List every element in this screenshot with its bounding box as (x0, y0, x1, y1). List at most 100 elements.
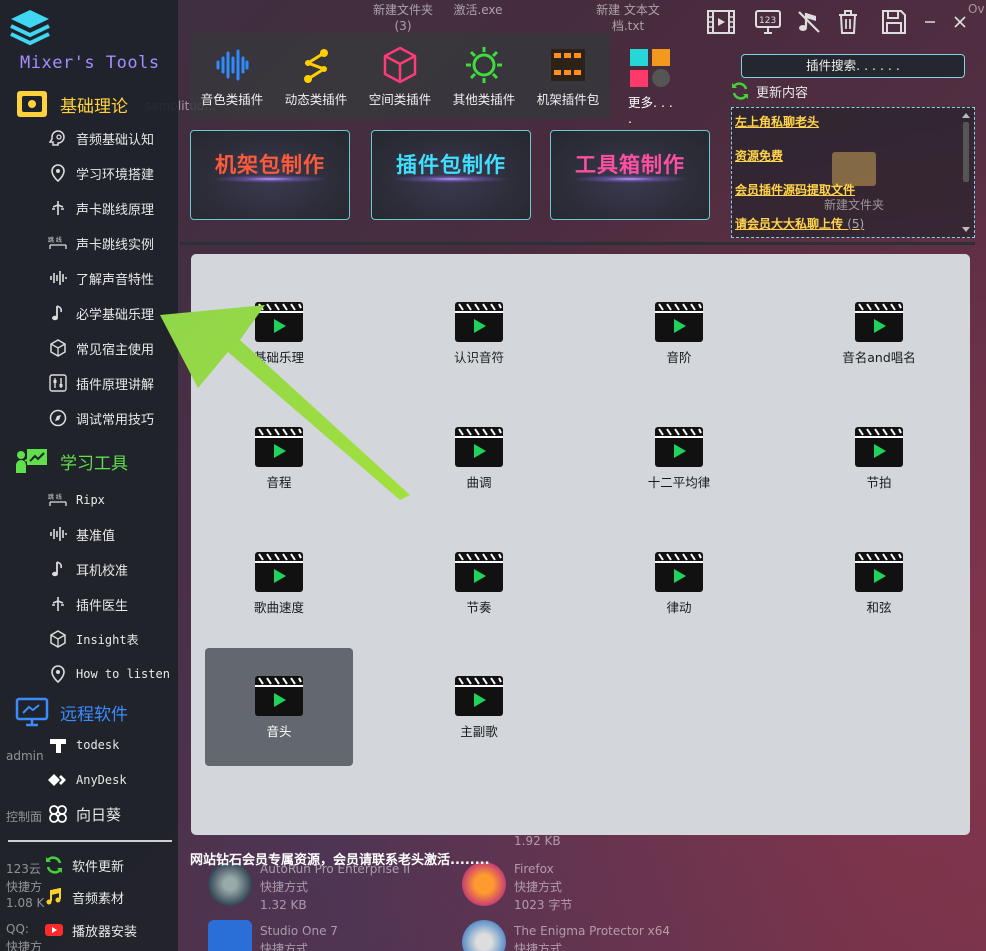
desktop-ghost-text: admin (6, 749, 44, 763)
close-icon[interactable] (950, 6, 970, 38)
sidebar-item-music-theory[interactable]: 必学基础乐理 (48, 301, 154, 325)
sliders-icon (48, 373, 68, 393)
sidebar-item-ripx[interactable]: 跳 线 Ripx (48, 488, 105, 512)
video-clapper-icon (655, 552, 703, 592)
video-tile[interactable]: 和弦 (805, 524, 953, 642)
category-dynamics[interactable]: 动态类插件 (274, 33, 358, 119)
sidebar-item-software-update[interactable]: 软件更新 (44, 853, 124, 877)
video-tile[interactable]: 节拍 (805, 399, 953, 517)
mute-music-icon[interactable] (794, 6, 824, 38)
cube-icon (48, 338, 68, 358)
patch-icon: 跳 线 (48, 490, 68, 510)
desktop-file-size: 1023 字节 (514, 898, 573, 912)
save-icon[interactable] (879, 6, 909, 38)
video-tile[interactable]: 律动 (605, 524, 753, 642)
toolbox-make-button[interactable]: 工具箱制作 (550, 130, 710, 220)
sidebar-item-headphone-calibration[interactable]: 耳机校准 (48, 557, 128, 581)
category-space[interactable]: 空间类插件 (358, 33, 442, 119)
sidebar-item-sunflower[interactable]: 向日葵 (48, 802, 121, 826)
plugin-pack-make-button[interactable]: 插件包制作 (371, 130, 531, 220)
news-scrollbar[interactable] (960, 110, 972, 235)
update-content-button[interactable]: 更新内容 (730, 81, 808, 101)
todesk-icon (48, 735, 68, 755)
category-label: 机架插件包 (536, 92, 600, 107)
desktop-size-text: 1.92 KB (514, 834, 561, 848)
news-link[interactable]: 资源免费 (735, 147, 783, 164)
sidebar-item-audio-material[interactable]: 音频素材 (44, 885, 124, 909)
app-logo-text: Mixer's Tools (20, 53, 160, 73)
sidebar-item-patch-example[interactable]: 跳 线 声卡跳线实例 (48, 231, 154, 255)
sidebar-item-plugin-principle[interactable]: 插件原理讲解 (48, 371, 154, 395)
sun-icon (462, 45, 506, 85)
firefox-icon (462, 862, 506, 906)
news-link[interactable]: 左上角私聊老头 (735, 113, 819, 130)
category-other[interactable]: 其他类插件 (442, 33, 526, 119)
video-icon[interactable] (706, 6, 736, 38)
sidebar-item-label: 软件更新 (72, 859, 125, 875)
video-title: 音头 (266, 724, 292, 739)
video-clapper-icon (455, 427, 503, 467)
desktop-file-label: 新建 文本文 (596, 3, 660, 17)
video-clapper-icon (255, 427, 303, 467)
video-tile[interactable]: 音头 (205, 648, 353, 766)
desktop-ghost-text: 控制面 (6, 810, 43, 824)
counter-123-icon[interactable]: 123 (753, 6, 783, 38)
sidebar-item-debug-tips[interactable]: 调试常用技巧 (48, 406, 154, 430)
minimize-icon[interactable] (920, 6, 940, 38)
brain-gear-icon (48, 128, 68, 148)
video-tile[interactable]: 音程 (205, 399, 353, 517)
sidebar-item-label: 插件原理讲解 (76, 377, 155, 393)
sidebar-item-insight[interactable]: Insight表 (48, 627, 139, 651)
video-tile[interactable]: 歌曲速度 (205, 524, 353, 642)
more-categories-button[interactable]: 更多. . . . (620, 43, 680, 126)
sidebar-item-how-to-listen[interactable]: How to listen (48, 662, 170, 686)
autorun-icon (208, 862, 252, 906)
sidebar-item-sound-features[interactable]: 了解声音特性 (48, 266, 154, 290)
rack-pack-make-button[interactable]: 机架包制作 (190, 130, 350, 220)
sidebar-item-label: 插件医生 (76, 598, 129, 614)
footer-note: 网站钻石会员专属资源，会员请联系老头激活........ (190, 853, 490, 868)
svg-text:123: 123 (759, 16, 776, 26)
video-tile[interactable]: 基础乐理 (205, 274, 353, 392)
video-tile[interactable]: 认识音符 (405, 274, 553, 392)
sidebar-item-todesk[interactable]: todesk (48, 733, 119, 757)
video-clapper-icon (255, 302, 303, 342)
video-title: 十二平均律 (647, 475, 711, 490)
sidebar-item-anydesk[interactable]: AnyDesk (48, 768, 127, 792)
video-clapper-icon (855, 427, 903, 467)
desktop-ghost-text: 快捷方 (6, 940, 43, 951)
desktop-ghost-folder-label: 新建文件夹 (824, 198, 885, 212)
video-tile[interactable]: 音名and唱名 (805, 274, 953, 392)
video-tile[interactable]: 曲调 (405, 399, 553, 517)
sidebar-item-host-usage[interactable]: 常见宿主使用 (48, 336, 154, 360)
video-tile[interactable]: 节奏 (405, 524, 553, 642)
youtube-play-icon (44, 920, 64, 940)
sidebar-item-reference[interactable]: 基准值 (48, 522, 115, 546)
category-label: 空间类插件 (368, 92, 432, 107)
sidebar-item-plugin-doctor[interactable]: 插件医生 (48, 592, 128, 616)
sidebar-item-label: How to listen (76, 667, 170, 681)
sidebar-item-player-install[interactable]: 播放器安装 (44, 918, 137, 942)
category-timbre[interactable]: 音色类插件 (190, 33, 274, 119)
section-remote[interactable]: 远程软件 (14, 697, 128, 727)
video-tile[interactable]: 十二平均律 (605, 399, 753, 517)
trash-icon[interactable] (834, 6, 862, 38)
sidebar-item-patch-principle[interactable]: 声卡跳线原理 (48, 196, 154, 220)
video-clapper-icon (255, 676, 303, 716)
plugin-search-input[interactable]: 插件搜索. . . . . . (741, 54, 965, 78)
section-tools[interactable]: 学习工具 (14, 446, 128, 476)
desktop-file-enigma: The Enigma Protector x64 快捷方式 (514, 922, 670, 951)
section-theory[interactable]: 基础理论 (14, 89, 128, 119)
video-tile[interactable]: 音阶 (605, 274, 753, 392)
svg-text:跳 线: 跳 线 (48, 236, 62, 244)
desktop-file-firefox: Firefox 快捷方式 1023 字节 (514, 860, 572, 914)
video-title: 音阶 (666, 350, 692, 365)
sidebar-item-environment[interactable]: 学习环境搭建 (48, 161, 154, 185)
category-rack[interactable]: 机架插件包 (526, 33, 610, 119)
video-tile[interactable]: 主副歌 (405, 648, 553, 766)
cube-icon (48, 629, 68, 649)
desktop-file-label: 档.txt (611, 19, 645, 33)
sidebar-item-audio-basics[interactable]: 音频基础认知 (48, 126, 154, 150)
news-link[interactable]: 请会员大大私聊上传 (5) (735, 215, 864, 232)
news-link[interactable]: 会员插件源码提取文件 (735, 181, 855, 198)
